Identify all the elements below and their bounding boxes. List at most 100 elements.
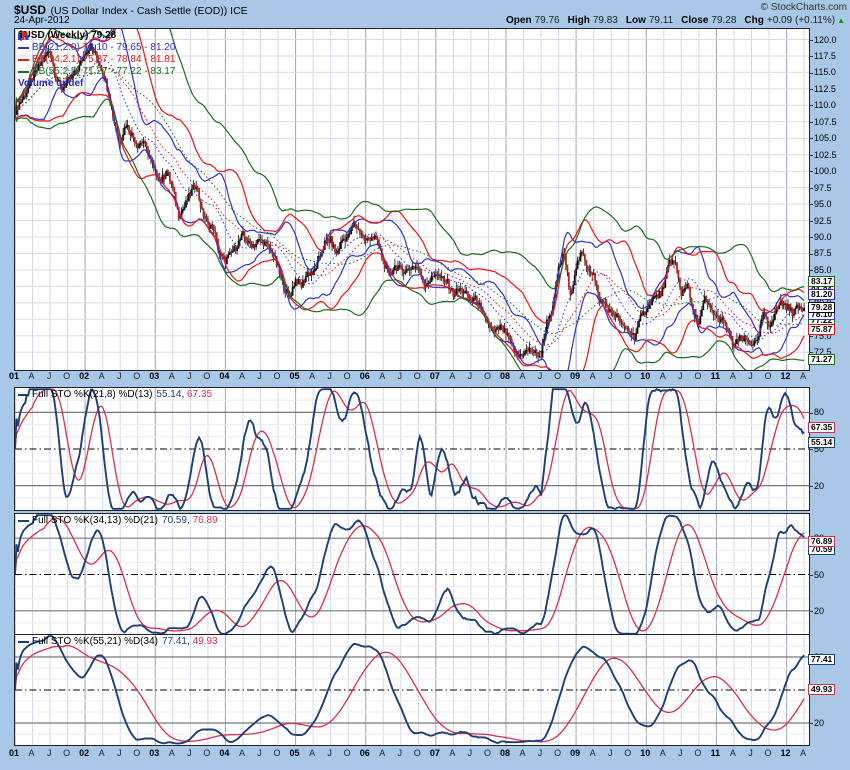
series-label: $USD (Weekly) 79.28: [18, 30, 116, 42]
stochastic-canvas: [15, 388, 809, 510]
x-axis-tick-label: 01: [5, 371, 23, 381]
x-axis-tick-label: 10: [636, 371, 654, 381]
x-axis-tick-label: J: [180, 748, 198, 758]
x-axis-tick-label: 04: [215, 371, 233, 381]
y-axis-tick-label: 110.0: [809, 100, 836, 110]
x-axis-tick-label: 08: [496, 748, 514, 758]
x-axis-tick-label: O: [268, 371, 286, 381]
y-axis-tick-label: 82.5: [809, 281, 832, 291]
x-axis-tick-label: O: [689, 748, 707, 758]
x-axis-tick-label: O: [58, 371, 76, 381]
x-axis-tick-label: J: [180, 371, 198, 381]
ohlc-label: Open: [506, 15, 532, 26]
x-axis-tick-label: J: [391, 748, 409, 758]
x-axis-tick-label: O: [549, 371, 567, 381]
stochastic-legend: Full STO %K(21,8) %D(13)55.14, 67.35: [18, 389, 212, 401]
stoch-k-value: 55.14: [156, 389, 181, 401]
x-axis-tick-label: A: [443, 371, 461, 381]
x-axis-tick-label: J: [601, 748, 619, 758]
stochastic-panel-3: Full STO %K(55,21) %D(34)77.41, 49.93: [14, 634, 810, 746]
x-axis-tick-label: J: [110, 748, 128, 758]
x-axis-tick-label: A: [303, 371, 321, 381]
stoch-line-swatch: [18, 394, 29, 396]
stoch-name: Full STO %K(21,8) %D(13): [32, 389, 152, 401]
x-axis-tick-label: A: [373, 748, 391, 758]
legend-series: $USD (Weekly) 79.28: [18, 30, 175, 42]
y-axis-tick-label: 105.0: [809, 133, 837, 143]
x-axis-tick-label: A: [654, 748, 672, 758]
stochastic-legend: Full STO %K(34,13) %D(21)70.59, 76.89: [18, 515, 218, 527]
x-axis-tick-label: A: [163, 748, 181, 758]
ohlc-value: 79.83: [593, 15, 618, 26]
change-up-arrow-icon: ▲: [837, 16, 845, 25]
x-axis-tick-label: O: [619, 748, 637, 758]
x-axis-tick-label: J: [671, 371, 689, 381]
x-axis-tick-label: O: [408, 748, 426, 758]
y-axis-tick-label: 80: [809, 652, 824, 662]
current-value-box: 79.28: [808, 302, 835, 313]
x-axis-tick-label: A: [443, 748, 461, 758]
x-axis-tick-label: A: [514, 748, 532, 758]
x-axis-tick-label: O: [689, 371, 707, 381]
x-axis-tick-label: O: [128, 748, 146, 758]
x-axis-tick-label: O: [58, 748, 76, 758]
ohlc-value: +0.09 (+0.11%): [767, 15, 835, 26]
x-axis-tick-label: J: [461, 371, 479, 381]
stoch-d-value: 49.93: [193, 636, 218, 648]
y-axis-tick-label: 115.0: [809, 67, 836, 77]
x-axis-tick-label: 01: [5, 748, 23, 758]
y-axis-tick-label: 87.5: [809, 248, 832, 258]
x-axis-tick-label: O: [549, 748, 567, 758]
x-axis-tick-label: J: [741, 371, 759, 381]
header-row: $USD (US Dollar Index - Cash Settle (EOD…: [14, 1, 847, 14]
main-price-chart: $USD (Weekly) 79.28BB(21,2.0) 78.10 - 79…: [14, 28, 810, 371]
y-axis-tick-label: 95.0: [809, 199, 832, 209]
y-axis-tick-label: 75.0: [809, 331, 832, 341]
x-axis-tick-label: O: [759, 748, 777, 758]
x-axis-tick-label: 05: [286, 748, 304, 758]
x-axis-tick-label: 04: [215, 748, 233, 758]
ohlc-readout: Open79.76High79.83Low79.11Close79.28Chg+…: [498, 15, 845, 26]
x-axis-tick-label: J: [601, 371, 619, 381]
x-axis-tick-label: J: [741, 748, 759, 758]
x-axis-tick-label: A: [23, 748, 41, 758]
stoch-k-value: 77.41: [162, 636, 187, 648]
x-axis-tick-label: A: [514, 371, 532, 381]
x-axis-tick-label: 08: [496, 371, 514, 381]
y-axis-tick-label: 20: [809, 481, 824, 491]
x-axis-tick-label: 12: [777, 748, 795, 758]
y-axis-tick-label: 120.0: [809, 35, 837, 45]
x-axis-tick-label: 06: [356, 748, 374, 758]
current-value-box: 81.81: [808, 285, 835, 296]
x-axis-tick-label: A: [584, 748, 602, 758]
y-axis-tick-label: 20: [809, 606, 824, 616]
current-value-box: 70.59: [808, 544, 835, 555]
x-axis-tick-label: O: [619, 371, 637, 381]
y-axis-tick-label: 85.0: [809, 265, 832, 275]
y-axis-tick-label: 80: [809, 533, 824, 543]
y-axis-tick-label: 80: [809, 407, 824, 417]
band-line-swatch: [18, 59, 29, 61]
x-axis-tick-label: A: [233, 748, 251, 758]
current-value-box: 77.41: [808, 654, 835, 665]
x-axis-tick-label: J: [531, 371, 549, 381]
x-axis-tick-label: J: [110, 371, 128, 381]
y-axis-tick-label: 50: [809, 570, 824, 580]
x-axis-tick-label: O: [478, 371, 496, 381]
ohlc-label: High: [568, 15, 590, 26]
ohlc-value: 79.28: [711, 15, 736, 26]
current-value-box: 76.89: [808, 536, 835, 547]
ohlc-label: Chg: [744, 15, 763, 26]
main-chart-legend: $USD (Weekly) 79.28BB(21,2.0) 78.10 - 79…: [18, 30, 175, 90]
stochastic-legend: Full STO %K(55,21) %D(34)77.41, 49.93: [18, 636, 218, 648]
x-axis-tick-label: 06: [356, 371, 374, 381]
current-value-box: 75.87: [808, 324, 835, 335]
ohlc-value: 79.76: [535, 15, 560, 26]
x-axis-tick-label: A: [93, 748, 111, 758]
x-axis-tick-label: J: [461, 748, 479, 758]
current-value-box: 49.93: [808, 684, 835, 695]
x-axis-tick-label: J: [40, 748, 58, 758]
y-axis-tick-label: 100.0: [809, 166, 837, 176]
x-axis-tick-label: O: [408, 371, 426, 381]
x-axis-tick-label: A: [794, 371, 812, 381]
